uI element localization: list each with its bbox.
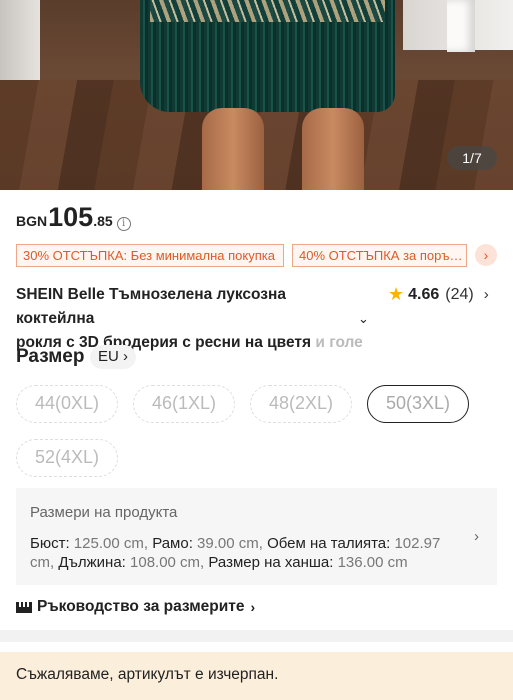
model-leg-right xyxy=(302,108,364,190)
rating-value: 4.66 xyxy=(408,285,440,303)
size-guide-link[interactable]: Ръководство за размерите › xyxy=(16,598,255,616)
chevron-right-icon: › xyxy=(483,286,489,303)
wall-background xyxy=(0,0,40,80)
product-title-line1: SHEIN Belle Тъмнозелена луксозна коктейл… xyxy=(16,286,286,327)
size-option[interactable]: 46(1XL) xyxy=(133,385,235,423)
price: BGN 105 .85 i xyxy=(16,202,131,236)
info-icon[interactable]: i xyxy=(116,217,131,231)
model-leg-left xyxy=(202,108,264,190)
review-count: (24) xyxy=(445,285,474,303)
size-label: Размер xyxy=(16,346,85,367)
size-unit-selector[interactable]: EU › xyxy=(90,345,137,369)
size-option[interactable]: 48(2XL) xyxy=(250,385,352,423)
product-sizes-heading: Размери на продукта xyxy=(30,504,178,521)
promo-more-chevron-icon[interactable]: › xyxy=(475,244,497,266)
image-counter: 1/7 xyxy=(447,146,497,170)
chevron-right-icon: › xyxy=(123,348,129,365)
product-sizes-panel[interactable]: Размери на продукта Бюст: 125.00 cm, Рам… xyxy=(16,488,497,585)
size-guide-label: Ръководство за размерите xyxy=(37,598,245,615)
sold-out-notice: Съжаляваме, артикулът е изчерпан. xyxy=(0,652,513,700)
size-option[interactable]: 52(4XL) xyxy=(16,439,118,477)
product-title: SHEIN Belle Тъмнозелена луксозна коктейл… xyxy=(16,283,366,355)
product-title-fade: и голе xyxy=(311,334,363,351)
promo-tag[interactable]: 40% ОТСТЪПКА за поръ… xyxy=(292,244,467,267)
chevron-right-icon: › xyxy=(250,599,256,615)
size-option-selected[interactable]: 50(3XL) xyxy=(367,385,469,423)
price-decimal: .85 xyxy=(93,213,113,229)
rating[interactable]: ★ 4.66 (24) › xyxy=(388,284,489,305)
expand-title-chevron-down-icon[interactable]: ⌄ xyxy=(358,311,369,327)
promo-tag[interactable]: 30% ОТСТЪПКА: Без минимална покупка xyxy=(16,244,284,267)
chevron-right-icon: › xyxy=(474,528,479,545)
size-unit: EU xyxy=(98,348,119,365)
price-currency: BGN xyxy=(16,213,48,229)
price-main: 105 xyxy=(48,202,94,232)
column-background xyxy=(447,0,475,52)
product-image[interactable]: 1/7 xyxy=(0,0,513,190)
product-sizes-details: Бюст: 125.00 cm, Рамо: 39.00 cm, Обем на… xyxy=(30,535,441,571)
ruler-icon xyxy=(16,601,32,613)
size-option[interactable]: 44(0XL) xyxy=(16,385,118,423)
dress-embroidery xyxy=(150,0,385,22)
star-icon: ★ xyxy=(388,284,405,304)
section-divider xyxy=(0,630,513,642)
